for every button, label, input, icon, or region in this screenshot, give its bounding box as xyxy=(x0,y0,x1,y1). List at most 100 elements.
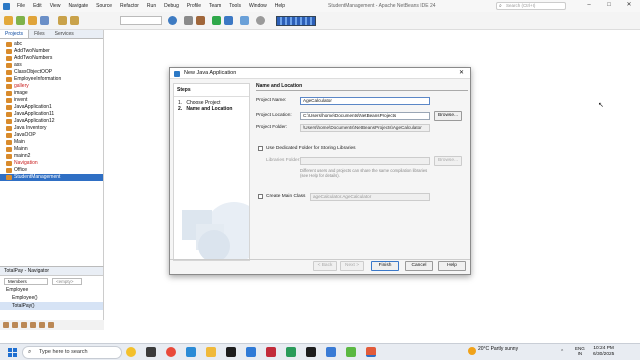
project-item[interactable]: StudentManagement xyxy=(0,174,103,181)
menu-edit[interactable]: Edit xyxy=(29,3,46,9)
menu-file[interactable]: File xyxy=(13,3,29,9)
project-name-input[interactable]: AgeCalculator xyxy=(300,97,430,105)
close-window-icon[interactable]: ✕ xyxy=(620,1,638,10)
java-project-icon xyxy=(6,70,12,75)
project-item[interactable]: ass xyxy=(0,62,103,69)
project-item[interactable]: image xyxy=(0,90,103,97)
profile-icon[interactable] xyxy=(240,16,249,25)
project-location-input[interactable]: C:\Users\home\Documents\NetBeansProjects xyxy=(300,112,430,120)
java-project-icon xyxy=(6,126,12,131)
tab-projects[interactable]: Projects xyxy=(0,30,30,38)
project-item[interactable]: Navigation xyxy=(0,160,103,167)
excel-icon[interactable] xyxy=(286,347,296,357)
build-icon[interactable] xyxy=(184,16,193,25)
project-item[interactable]: AddTwoNumbers xyxy=(0,55,103,62)
task-view-icon[interactable] xyxy=(146,347,156,357)
edge-icon[interactable] xyxy=(186,347,196,357)
new-file-icon[interactable] xyxy=(16,16,25,25)
menu-run[interactable]: Run xyxy=(143,3,160,9)
clean-build-icon[interactable] xyxy=(196,16,205,25)
menu-debug[interactable]: Debug xyxy=(160,3,183,9)
project-item[interactable]: Java Inventory xyxy=(0,125,103,132)
ide-search-input[interactable]: ⌕ Search (Ctrl+I) xyxy=(496,2,566,10)
browse-location-button[interactable]: Browse... xyxy=(434,111,462,121)
clock[interactable]: 10:24 PM 6/30/2025 xyxy=(593,346,614,358)
copilot-sparkle-icon[interactable] xyxy=(126,347,136,357)
navigator-row-method[interactable]: TotalPay() xyxy=(0,302,103,310)
tab-files[interactable]: Files xyxy=(29,30,50,38)
save-all-icon[interactable] xyxy=(40,16,49,25)
project-item[interactable]: Office xyxy=(0,167,103,174)
file-explorer-icon[interactable] xyxy=(206,347,216,357)
office-icon[interactable] xyxy=(266,347,276,357)
project-item[interactable]: invent xyxy=(0,97,103,104)
project-item[interactable]: Mainn xyxy=(0,146,103,153)
weather-widget[interactable]: 20°C Partly sunny xyxy=(468,347,518,355)
navigator-row-class[interactable]: Employee xyxy=(0,286,103,294)
filter-static-icon[interactable] xyxy=(21,322,27,328)
filter-nonpublic-icon[interactable] xyxy=(30,322,36,328)
menu-tools[interactable]: Tools xyxy=(225,3,245,9)
taskbar-search-input[interactable]: ⌕ Type here to search xyxy=(22,346,122,359)
maximize-icon[interactable]: □ xyxy=(600,1,618,10)
new-project-icon[interactable] xyxy=(4,16,13,25)
mail-icon[interactable] xyxy=(246,347,256,357)
java-project-icon xyxy=(6,168,12,173)
create-main-class-checkbox[interactable] xyxy=(258,194,263,199)
filter-inner-icon[interactable] xyxy=(48,322,54,328)
window-title: StudentManagement - Apache NetBeans IDE … xyxy=(328,3,436,9)
project-item[interactable]: ClassObjectOOP xyxy=(0,69,103,76)
project-item[interactable]: JavaApplication11 xyxy=(0,111,103,118)
menu-navigate[interactable]: Navigate xyxy=(64,3,92,9)
project-item[interactable]: EmployeeInformation xyxy=(0,76,103,83)
project-item[interactable]: abc xyxy=(0,41,103,48)
settings-icon[interactable] xyxy=(256,16,265,25)
terminal-icon[interactable] xyxy=(306,347,316,357)
navigator-row-constructor[interactable]: Employee() xyxy=(0,294,103,302)
tab-services[interactable]: Services xyxy=(50,30,79,38)
project-item[interactable]: JavaOOP xyxy=(0,132,103,139)
project-item[interactable]: JavaApplication1 xyxy=(0,104,103,111)
filter-select[interactable]: <empty> xyxy=(52,277,82,285)
chrome-icon[interactable] xyxy=(166,347,176,357)
project-item[interactable]: gallery xyxy=(0,83,103,90)
memory-gauge[interactable] xyxy=(276,16,316,26)
debug-icon[interactable] xyxy=(224,16,233,25)
menu-window[interactable]: Window xyxy=(245,3,271,9)
project-item[interactable]: AddTwoNumber xyxy=(0,48,103,55)
open-project-icon[interactable] xyxy=(28,16,37,25)
undo-icon[interactable] xyxy=(58,16,67,25)
dialog-close-icon[interactable]: ✕ xyxy=(459,68,464,79)
java-project-icon xyxy=(6,42,12,47)
project-item[interactable]: mainn2 xyxy=(0,153,103,160)
cancel-button[interactable]: Cancel xyxy=(405,261,433,271)
menu-refactor[interactable]: Refactor xyxy=(116,3,143,9)
project-item[interactable]: Main xyxy=(0,139,103,146)
language-indicator[interactable]: ENG IN xyxy=(575,346,585,356)
filter-fields-icon[interactable] xyxy=(12,322,18,328)
config-combo[interactable] xyxy=(120,16,162,25)
menu-view[interactable]: View xyxy=(46,3,65,9)
run-icon[interactable] xyxy=(212,16,221,25)
vscode-icon[interactable] xyxy=(326,347,336,357)
minimize-icon[interactable]: – xyxy=(580,1,598,10)
menu-help[interactable]: Help xyxy=(271,3,289,9)
globe-icon[interactable] xyxy=(168,16,177,25)
netbeans-taskbar-icon[interactable] xyxy=(366,347,376,357)
windows-start-icon[interactable] xyxy=(8,348,17,357)
menu-profile[interactable]: Profile xyxy=(183,3,205,9)
project-item[interactable]: JavaApplication12 xyxy=(0,118,103,125)
filter-inherited-icon[interactable] xyxy=(39,322,45,328)
menu-team[interactable]: Team xyxy=(205,3,225,9)
menu-source[interactable]: Source xyxy=(92,3,116,9)
redo-icon[interactable] xyxy=(70,16,79,25)
sort-icon[interactable] xyxy=(3,322,9,328)
finish-button[interactable]: Finish xyxy=(371,261,399,271)
java-project-icon xyxy=(6,161,12,166)
dedicated-folder-checkbox[interactable] xyxy=(258,146,263,151)
members-select[interactable]: Members xyxy=(4,277,48,285)
store-icon[interactable] xyxy=(226,347,236,357)
tray-chevron-icon[interactable]: ⌃ xyxy=(560,349,564,355)
help-button[interactable]: Help xyxy=(438,261,466,271)
android-icon[interactable] xyxy=(346,347,356,357)
